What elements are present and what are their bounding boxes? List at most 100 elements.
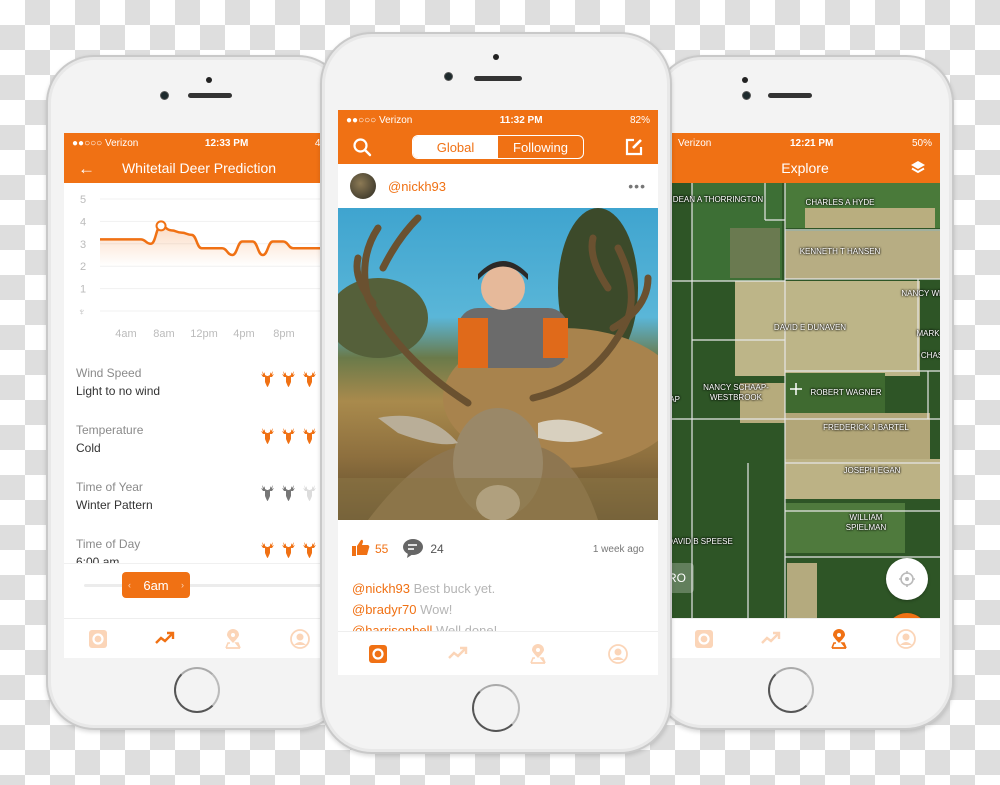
deer-head-icon — [281, 427, 296, 450]
avatar[interactable] — [350, 173, 376, 199]
prediction-screen: ●●○○○ Verizon 12:33 PM 47 ← Whitetail De… — [64, 133, 334, 658]
tab-following[interactable]: Following — [498, 136, 583, 158]
post-header: @nickh93 ••• — [338, 164, 658, 208]
front-camera — [160, 91, 169, 100]
camera-icon[interactable] — [367, 643, 389, 665]
earpiece — [188, 93, 232, 98]
compose-icon[interactable] — [624, 137, 644, 162]
phone-prediction: ●●○○○ Verizon 12:33 PM 47 ← Whitetail De… — [46, 55, 346, 730]
map-pin-icon[interactable] — [828, 628, 850, 650]
comment-text: Best buck yet. — [410, 581, 496, 596]
front-camera — [444, 72, 453, 81]
profile-icon[interactable] — [895, 628, 917, 650]
parcel-owner-label[interactable]: MARK D — [916, 329, 940, 339]
comment-text: Wow! — [416, 602, 453, 617]
profile-icon[interactable] — [607, 643, 629, 665]
deer-head-icon — [281, 541, 296, 564]
parcel-owner-label[interactable]: WILLIAM SPIELMAN — [831, 513, 901, 533]
deer-head-icon — [281, 484, 296, 507]
slider-thumb[interactable]: ‹ 6am › — [122, 572, 190, 598]
trending-icon[interactable] — [154, 628, 176, 650]
camera-icon[interactable] — [87, 628, 109, 650]
battery: 82% — [629, 114, 650, 126]
chevron-left-icon[interactable]: ‹ — [128, 580, 131, 590]
camera-icon[interactable] — [693, 628, 715, 650]
parcel-owner-label[interactable]: DAVID B SPEESE — [670, 537, 733, 547]
deer-head-icon — [302, 370, 317, 393]
highlight-point — [155, 220, 167, 232]
like-icon[interactable] — [352, 539, 370, 559]
comment-icon[interactable] — [402, 538, 424, 561]
chevron-right-icon[interactable]: › — [181, 580, 184, 590]
comment: @bradyr70 Wow! — [352, 599, 644, 620]
x-tick-label: 4pm — [233, 328, 254, 340]
parcel-owner-label[interactable]: KENNETH T HANSEN — [800, 247, 881, 257]
deer-head-icon — [260, 427, 275, 450]
search-icon[interactable] — [352, 137, 372, 162]
post-photo[interactable] — [338, 208, 658, 520]
factor-label: Temperature — [76, 422, 144, 437]
trending-icon[interactable] — [760, 628, 782, 650]
clock: 12:33 PM — [204, 137, 249, 149]
map-pin-icon[interactable] — [222, 628, 244, 650]
satellite-map[interactable]: DEAN A THORRINGTON CHARLES A HYDE KENNETH … — [670, 183, 940, 618]
nav-bar: Explore — [670, 153, 940, 183]
y-tick-label: 2 — [80, 261, 86, 273]
post-username[interactable]: @nickh93 — [388, 179, 628, 194]
carrier: ●●○○○ Verizon — [72, 137, 139, 149]
nav-bar: ← Whitetail Deer Prediction — [64, 153, 334, 183]
y-tick-label: 4 — [80, 216, 86, 228]
explore-screen: Verizon 12:21 PM 50% Explore DEAN A THOR… — [670, 133, 940, 658]
trending-icon[interactable] — [447, 643, 469, 665]
back-arrow-icon[interactable]: ← — [78, 159, 95, 179]
x-tick-label: 8pm — [273, 328, 294, 340]
feed-segmented-control: Global Following — [412, 135, 584, 159]
parcel-owner-label[interactable]: NANCY WEST — [893, 289, 940, 299]
parcel-owner-label[interactable]: DEAN A THORRINGTON — [673, 195, 763, 205]
deer-axis-icon: ♆ — [78, 307, 86, 318]
prediction-factor: Temperature Cold — [76, 410, 334, 467]
more-options-icon[interactable]: ••• — [628, 178, 646, 194]
parcel-owner-label[interactable]: JOSEPH EGAN — [844, 466, 901, 476]
deer-head-icon — [302, 427, 317, 450]
comment-count: 24 — [430, 542, 444, 556]
home-button[interactable] — [174, 667, 220, 713]
tab-global[interactable]: Global — [413, 136, 498, 158]
comment-username[interactable]: @nickh93 — [352, 581, 410, 596]
layers-icon[interactable] — [910, 160, 926, 179]
deer-head-icon — [302, 541, 317, 564]
home-button[interactable] — [472, 684, 520, 732]
status-bar: ●●○○○ Verizon 12:33 PM 47 — [64, 133, 334, 153]
front-camera — [742, 91, 751, 100]
parcel-owner-label[interactable]: FREDERICK J BARTEL — [823, 423, 909, 433]
parcel-owner-label[interactable]: CHARLES A HYDE — [806, 198, 875, 208]
time-slider[interactable]: ‹ 6am › — [64, 563, 334, 618]
earpiece — [474, 76, 522, 81]
earpiece — [768, 93, 812, 98]
parcel-owner-label[interactable]: NANCY SCHAAP-WESTBROOK — [701, 383, 771, 403]
proximity-sensor — [206, 77, 212, 83]
crosshair-target-icon — [899, 571, 915, 587]
parcel-owner-label[interactable]: CHAS — [921, 351, 940, 361]
deer-head-icon — [260, 370, 275, 393]
deer-head-icon — [281, 370, 296, 393]
home-button[interactable] — [768, 667, 814, 713]
pro-badge[interactable]: RO — [670, 563, 694, 593]
x-tick-label: 8am — [153, 328, 174, 340]
x-tick-label: 12pm — [190, 328, 218, 340]
parcel-owner-label[interactable]: DAVID E DUNAVEN — [774, 323, 846, 333]
comment-username[interactable]: @bradyr70 — [352, 602, 417, 617]
map-pin-icon[interactable] — [527, 643, 549, 665]
phone-feed: ●●○○○ Verizon 11:32 PM 82% Global Follow… — [320, 32, 672, 754]
factor-value: Light to no wind — [76, 383, 161, 398]
hunting-photo — [338, 208, 658, 520]
like-count: 55 — [375, 542, 389, 556]
page-title: Whitetail Deer Prediction — [121, 160, 277, 176]
status-bar: ●●○○○ Verizon 11:32 PM 82% — [338, 110, 658, 130]
post-actions: 55 24 1 week ago — [338, 520, 658, 578]
post-timestamp: 1 week ago — [592, 543, 644, 555]
profile-icon[interactable] — [289, 628, 311, 650]
factor-value: Cold — [76, 440, 101, 455]
locate-me-button[interactable] — [886, 558, 928, 600]
parcel-owner-label[interactable]: ROBERT WAGNER — [811, 388, 882, 398]
